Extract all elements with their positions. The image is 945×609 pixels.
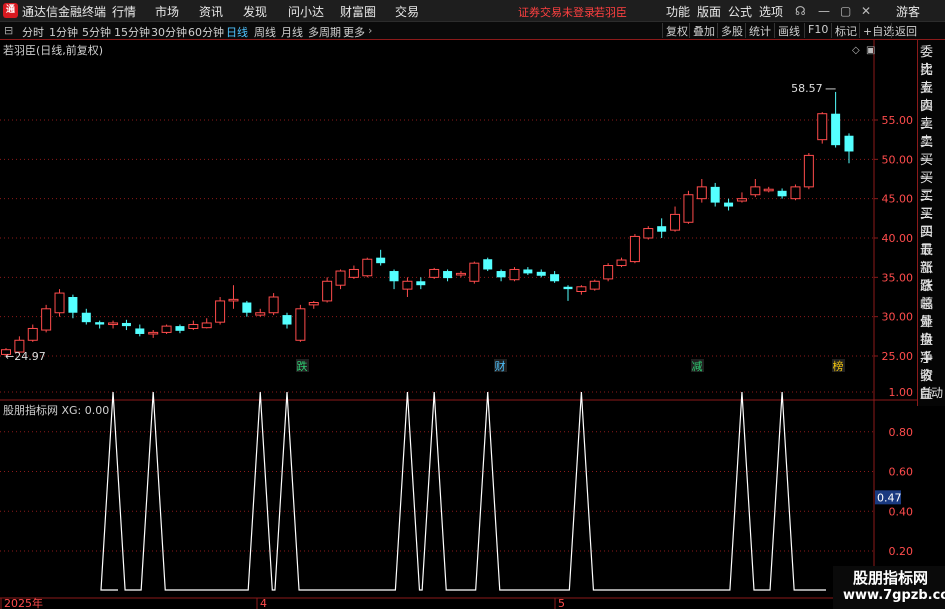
date-axis-label: 4: [260, 597, 267, 609]
candle-body: [523, 269, 533, 274]
candle-body: [68, 297, 78, 313]
candle-body: [242, 302, 252, 313]
indicator-axis-label: 0.40: [889, 505, 914, 518]
auto-toggle[interactable]: 自动: [919, 384, 943, 401]
price-axis-label: 40.00: [882, 232, 914, 245]
price-axis-label: 35.00: [882, 271, 914, 284]
candle-body: [402, 280, 413, 290]
candle-body: [696, 186, 707, 200]
stock-chart-label: 若羽臣(日线,前复权): [3, 44, 104, 57]
candle-body: [496, 271, 506, 278]
candle-body: [763, 188, 774, 192]
watermark-title: 股朋指标网: [853, 569, 929, 587]
high-price-label: 58.57: [791, 82, 823, 95]
candle-body: [509, 268, 520, 281]
price-axis-label: 25.00: [882, 350, 914, 363]
indicator-axis-label: 1.00: [889, 386, 914, 399]
candle-body: [429, 268, 440, 278]
candle-body: [750, 186, 761, 196]
candle-body: [255, 312, 266, 316]
candle-body: [54, 292, 65, 314]
candle-body: [108, 322, 119, 326]
candle-body: [282, 315, 292, 325]
candle-body: [443, 271, 453, 279]
candle-body: [348, 268, 359, 278]
indicator-axis-label: 0.20: [889, 545, 914, 558]
candle-body: [657, 226, 667, 232]
low-price-label: ←24.97: [5, 350, 46, 363]
candle-body: [777, 190, 787, 197]
candle-body: [121, 322, 131, 327]
date-axis-label: 5: [558, 597, 565, 609]
candle-body: [376, 257, 386, 264]
quote-side-panel: 委比 卖五 卖四 卖三 卖二 卖一 买一 买二 买三 买四 买五 最新 涨跌 涨…: [917, 40, 945, 406]
price-axis-label: 30.00: [882, 311, 914, 324]
candle-body: [308, 302, 319, 306]
candle-body: [416, 281, 426, 286]
date-axis-label: 2025年: [4, 596, 43, 609]
candle-body: [335, 270, 346, 286]
candle-body: [455, 272, 466, 276]
candle-body: [536, 271, 546, 276]
diamond-icon: ◇: [852, 45, 860, 56]
candle-body: [95, 322, 105, 325]
candle-body: [589, 280, 600, 290]
indicator-xg-line: [100, 391, 826, 591]
event-marker: 榜: [833, 359, 844, 373]
indicator-axis-label: 0.60: [889, 466, 914, 479]
candle-body: [736, 198, 747, 202]
candle-body: [563, 286, 573, 290]
candle-body: [831, 113, 841, 146]
indicator-value-label: 0.47: [877, 491, 902, 504]
candle-body: [724, 202, 734, 207]
price-axis-label: 45.00: [882, 193, 914, 206]
candle-body: [844, 135, 854, 152]
indicator-label: 股朋指标网 XG: 0.00: [3, 404, 110, 417]
candle-body: [389, 271, 399, 282]
kline-chart[interactable]: 55.00 50.00 45.00 40.00 35.00 30.00 25.00 1.00 0…: [0, 0, 945, 609]
candle-body: [161, 325, 172, 333]
panel-toggle-icon: ▣: [866, 45, 875, 56]
candle-body: [683, 194, 694, 223]
candle-body: [469, 262, 480, 282]
candle-body: [268, 296, 279, 314]
candle-body: [362, 258, 373, 277]
price-axis-label: 55.00: [882, 114, 914, 127]
event-marker: 跌: [297, 359, 308, 373]
watermark-url: www.7gpzb.com: [843, 588, 945, 603]
candle-body: [670, 213, 681, 231]
candle-body: [629, 235, 640, 263]
candle-body: [81, 312, 91, 323]
price-axis-label: 50.00: [882, 153, 914, 166]
candle-body: [175, 326, 185, 331]
candle-body: [27, 327, 38, 341]
candle-body: [603, 265, 614, 280]
candle-body: [148, 331, 159, 335]
candle-body: [322, 280, 333, 302]
candle-body: [135, 328, 145, 334]
candle-body: [41, 308, 52, 331]
candle-body: [710, 186, 720, 203]
candle-body: [616, 259, 627, 267]
candle-body: [817, 113, 828, 141]
candle-body: [215, 300, 226, 323]
candle-body: [483, 259, 493, 270]
candle-body: [576, 286, 587, 292]
candle-body: [790, 186, 801, 200]
indicator-axis-label: 0.80: [889, 426, 914, 439]
candle-body: [228, 298, 239, 302]
candle-body: [295, 308, 306, 341]
candle-body: [550, 274, 560, 282]
candle-body: [803, 154, 814, 188]
candle-body: [643, 228, 654, 239]
candle-body: [201, 322, 212, 329]
event-marker: 财: [495, 359, 506, 373]
event-marker: 减: [692, 360, 703, 373]
candle-body: [188, 324, 199, 329]
